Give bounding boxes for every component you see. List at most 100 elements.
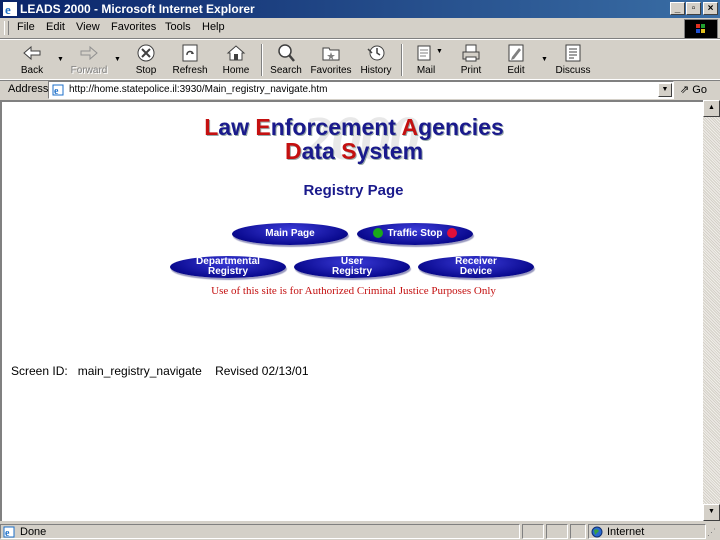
red-dot-icon <box>446 228 457 239</box>
refresh-button[interactable]: Refresh <box>168 42 212 78</box>
print-label: Print <box>460 65 482 76</box>
svg-text:e: e <box>5 528 10 538</box>
forward-label: Forward <box>70 65 108 76</box>
edit-dropdown-icon[interactable]: ▼ <box>541 56 548 63</box>
page-title: Registry Page <box>303 182 404 199</box>
receiver-device-button[interactable]: Receiver Device <box>418 256 534 278</box>
mail-label: Mail <box>416 65 436 76</box>
favorites-folder-icon <box>322 47 340 61</box>
print-button[interactable]: Print <box>449 42 493 78</box>
favorites-label: Favorites <box>310 65 352 76</box>
forward-dropdown-icon[interactable]: ▼ <box>114 56 121 63</box>
address-dropdown-icon[interactable]: ▼ <box>658 83 672 97</box>
status-panel <box>570 524 586 539</box>
zone-panel <box>588 524 706 539</box>
address-input[interactable]: e http://home.statepolice.il:3930/Main_r… <box>48 81 674 99</box>
windows-logo-throbber <box>684 19 718 39</box>
status-text: Done <box>20 526 47 538</box>
standard-toolbar: Back ▼ Forward ▼ Stop Refresh Home Searc… <box>0 39 720 81</box>
edit-label: Edit <box>507 65 525 76</box>
page-viewport: 2000 Law Enforcement Agencies Data Syste… <box>0 100 703 521</box>
zone-text: Internet <box>607 526 645 538</box>
home-label: Home <box>222 65 250 76</box>
traffic-stop-label: Traffic Stop <box>387 228 443 239</box>
go-button[interactable]: ⇗ Go <box>680 83 707 96</box>
title-bar: e LEADS 2000 - Microsoft Internet Explor… <box>0 0 720 18</box>
windows-flag-icon <box>696 24 705 33</box>
svg-text:e: e <box>54 86 59 96</box>
status-main-panel <box>0 524 520 539</box>
user-label-line-2: Registry <box>331 266 372 277</box>
maximize-button[interactable]: ▫ <box>686 2 701 15</box>
page-done-icon: e <box>3 526 15 538</box>
authorized-use-notice: Use of this site is for Authorized Crimi… <box>211 285 496 297</box>
traffic-stop-button[interactable]: Traffic Stop <box>357 223 473 245</box>
main-page-button[interactable]: Main Page <box>232 223 348 245</box>
departmental-label-line-2: Registry <box>207 266 248 277</box>
window-title: LEADS 2000 - Microsoft Internet Explorer <box>20 2 255 16</box>
screen-id-text: Screen ID: main_registry_navigate Revise… <box>11 364 309 378</box>
discuss-button[interactable]: Discuss <box>551 42 595 78</box>
edit-button[interactable]: Edit <box>494 42 538 78</box>
menu-bar: File Edit View Favorites Tools Help <box>0 18 720 39</box>
main-page-label: Main Page <box>265 228 315 239</box>
toolbar-separator <box>401 44 403 76</box>
toolbar-separator <box>261 44 263 76</box>
edit-page-icon <box>508 44 524 62</box>
address-label: Address <box>8 83 49 95</box>
scroll-up-icon[interactable]: ▲ <box>703 100 720 117</box>
mail-dropdown-icon[interactable]: ▼ <box>436 48 443 55</box>
printer-icon <box>462 44 480 62</box>
refresh-label: Refresh <box>172 65 208 76</box>
back-label: Back <box>20 65 44 76</box>
receiver-label-line-2: Device <box>459 266 493 277</box>
stop-button[interactable]: Stop <box>124 42 168 78</box>
globe-icon <box>591 526 603 538</box>
resize-grip-icon[interactable]: ⋰ <box>707 527 716 538</box>
back-arrow-icon <box>23 45 41 61</box>
search-label: Search <box>270 65 302 76</box>
green-dot-icon <box>373 228 384 239</box>
menu-help[interactable]: Help <box>202 21 225 33</box>
stop-icon <box>137 44 155 62</box>
status-panel <box>546 524 568 539</box>
discuss-label: Discuss <box>555 65 591 76</box>
refresh-icon <box>182 44 198 62</box>
departmental-registry-button[interactable]: Departmental Registry <box>170 256 286 278</box>
history-label: History <box>360 65 392 76</box>
home-icon <box>226 45 246 61</box>
stop-label: Stop <box>135 65 157 76</box>
back-button[interactable]: Back <box>10 42 54 78</box>
back-dropdown-icon[interactable]: ▼ <box>57 56 64 63</box>
user-registry-button[interactable]: User Registry <box>294 256 410 278</box>
menu-grip <box>4 21 9 35</box>
svg-text:e: e <box>5 2 11 16</box>
scroll-down-icon[interactable]: ▼ <box>703 504 720 521</box>
logo-line-2: Data System <box>284 138 424 164</box>
address-bar: Address e http://home.statepolice.il:393… <box>0 79 720 100</box>
home-button[interactable]: Home <box>214 42 258 78</box>
menu-view[interactable]: View <box>76 21 100 33</box>
search-button[interactable]: Search <box>264 42 308 78</box>
ie-logo-icon: e <box>3 2 17 16</box>
menu-tools[interactable]: Tools <box>165 21 191 33</box>
mail-icon <box>417 45 431 61</box>
close-button[interactable]: × <box>703 2 718 15</box>
go-arrow-icon: ⇗ <box>680 84 690 96</box>
menu-favorites[interactable]: Favorites <box>111 21 156 33</box>
forward-button[interactable]: Forward <box>67 42 111 78</box>
favorites-button[interactable]: Favorites <box>309 42 353 78</box>
status-panel <box>522 524 544 539</box>
vertical-scrollbar[interactable]: ▲ ▼ <box>703 100 720 521</box>
address-url: http://home.statepolice.il:3930/Main_reg… <box>69 84 328 95</box>
history-icon <box>367 45 385 61</box>
minimize-button[interactable]: _ <box>670 2 685 15</box>
menu-file[interactable]: File <box>17 21 35 33</box>
status-bar: e Done Internet ⋰ <box>0 522 720 540</box>
go-label: Go <box>692 84 707 96</box>
menu-edit[interactable]: Edit <box>46 21 65 33</box>
logo-line-1: Law Enforcement Agencies <box>204 114 504 140</box>
history-button[interactable]: History <box>354 42 398 78</box>
forward-arrow-icon <box>80 45 98 61</box>
search-icon <box>278 44 295 62</box>
